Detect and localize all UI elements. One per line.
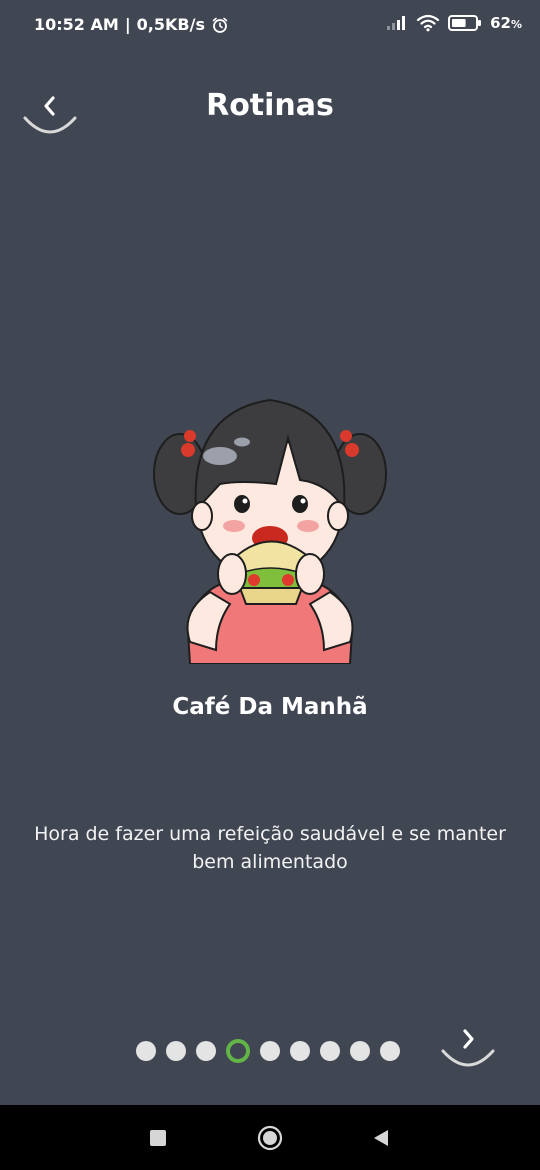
battery-percent: 62% [490,14,522,32]
system-back-button[interactable] [368,1125,394,1151]
system-nav-bar [0,1105,540,1170]
next-button[interactable] [440,1013,496,1069]
routine-description: Hora de fazer uma refeição saudável e se… [34,823,506,873]
status-separator: | [124,15,131,34]
status-time: 10:52 AM [34,15,119,34]
pagination-dot[interactable] [196,1041,216,1061]
pagination-dot[interactable] [166,1041,186,1061]
routine-title: Café Da Manhã [172,694,368,720]
back-triangle-icon [374,1130,388,1146]
network-speed: 0,5KB/s [136,15,205,34]
alarm-icon [212,17,228,33]
home-button[interactable] [257,1125,283,1151]
pagination-dot[interactable] [320,1041,340,1061]
pagination-dot[interactable] [290,1041,310,1061]
pagination-dot[interactable] [260,1041,280,1061]
pagination-dot[interactable] [350,1041,370,1061]
pagination-dot[interactable] [136,1041,156,1061]
recents-button[interactable] [145,1125,171,1151]
status-bar: 10:52 AM | 0,5KB/s 62% [0,0,540,50]
girl-eating-sandwich-illustration [153,398,387,664]
battery-icon [448,15,482,31]
signal-icon [387,16,406,30]
chevron-right-icon [463,1029,474,1049]
pagination-dot[interactable] [380,1041,400,1061]
recents-square-icon [150,1130,166,1146]
page-title: Rotinas [206,88,334,123]
wifi-icon [416,14,440,32]
pagination-dots [136,1039,400,1063]
status-right: 62% [386,14,522,32]
status-left: 10:52 AM | 0,5KB/s [34,15,229,34]
pagination-dot-active[interactable] [226,1039,250,1063]
home-circle-icon [257,1125,283,1151]
